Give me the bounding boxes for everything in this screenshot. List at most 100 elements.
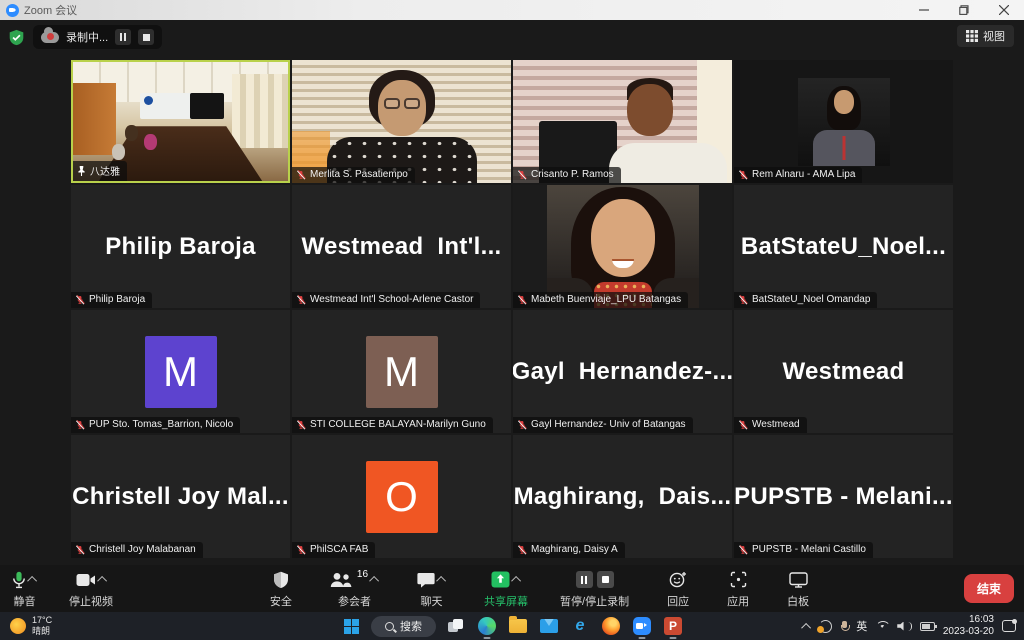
taskbar-app-file-explorer[interactable] (507, 615, 529, 637)
participant-tile-room[interactable]: 八达雅 (71, 60, 290, 183)
mail-icon (540, 619, 558, 633)
window-titlebar: Zoom 会议 (0, 0, 1024, 20)
reactions-label: 回应 (667, 593, 689, 609)
participant-tile[interactable]: O PhilSCA FAB (292, 435, 511, 558)
participant-tile[interactable]: PUPSTB - Melani... PUPSTB - Melani Casti… (734, 435, 953, 558)
share-screen-button[interactable]: 共享屏幕 (482, 569, 530, 609)
participant-name: Philip Baroja (89, 294, 145, 305)
pause-recording-icon[interactable] (576, 571, 593, 588)
stop-recording-icon[interactable] (597, 571, 614, 588)
participants-button[interactable]: 16 参会者 (328, 569, 381, 609)
chat-chevron-icon[interactable] (436, 576, 446, 586)
avatar: O (366, 461, 438, 533)
participant-tile[interactable]: Gayl Hernandez-... Gayl Hernandez- Univ … (513, 310, 732, 433)
zoom-meeting-window: 录制中... 视图 (0, 20, 1024, 612)
mute-button[interactable]: 静音 (10, 569, 39, 609)
weather-text: 17°C 晴朗 (32, 615, 52, 638)
participants-chevron-icon[interactable] (369, 576, 379, 586)
meeting-toolbar: 静音 停止视频 (0, 565, 1024, 612)
wifi-icon[interactable] (875, 621, 889, 632)
muted-mic-icon (296, 545, 306, 555)
participant-name-tag: Christell Joy Malabanan (71, 542, 203, 558)
mute-options-chevron-icon[interactable] (27, 576, 37, 586)
participant-name: 八达雅 (90, 163, 120, 178)
taskbar-app-ie[interactable]: e (569, 615, 591, 637)
participants-label: 参会者 (338, 593, 371, 609)
chat-button[interactable]: 聊天 (415, 569, 448, 609)
muted-mic-icon (738, 170, 748, 180)
participants-icon (330, 572, 352, 588)
muted-mic-icon (738, 420, 748, 430)
input-method-indicator[interactable]: 英 (856, 618, 867, 634)
taskbar-app-mail[interactable] (538, 615, 560, 637)
participant-name: Westmead (752, 419, 800, 430)
participant-tile[interactable]: Christell Joy Mal... Christell Joy Malab… (71, 435, 290, 558)
scene-body (609, 143, 727, 183)
participant-display-name: PUPSTB - Melani... (734, 435, 953, 558)
video-feed-person (513, 60, 732, 183)
share-chevron-icon[interactable] (511, 576, 521, 586)
muted-mic-icon (75, 420, 85, 430)
apps-button[interactable]: 应用 (725, 569, 751, 609)
participant-name-tag: Crisanto P. Ramos (513, 167, 621, 183)
taskbar-app-zoom[interactable] (631, 615, 653, 637)
task-view-icon (448, 619, 464, 633)
participant-tile[interactable]: Westmead Int'l... Westmead Int'l School-… (292, 185, 511, 308)
participant-name: Westmead Int'l School-Arlene Castor (310, 294, 473, 305)
participant-tile[interactable]: M STI COLLEGE BALAYAN-Marilyn Guno (292, 310, 511, 433)
view-button[interactable]: 视图 (957, 25, 1014, 47)
pause-stop-recording-control[interactable]: 暂停/停止录制 (558, 569, 631, 609)
participant-tile[interactable]: Westmead Westmead (734, 310, 953, 433)
participant-tile[interactable]: Maghirang, Dais... Maghirang, Daisy A (513, 435, 732, 558)
taskbar-app-edge[interactable] (476, 615, 498, 637)
participant-tile[interactable]: Crisanto P. Ramos (513, 60, 732, 183)
apps-icon (730, 571, 747, 588)
participant-tile[interactable]: M PUP Sto. Tomas_Barrion, Nicolo (71, 310, 290, 433)
video-options-chevron-icon[interactable] (97, 576, 107, 586)
participant-name-tag: Philip Baroja (71, 292, 152, 308)
participant-tile[interactable]: BatStateU_Noel... BatStateU_Noel Omandap (734, 185, 953, 308)
participant-tile[interactable]: Merlita S. Pasatiempo (292, 60, 511, 183)
avatar: M (366, 336, 438, 408)
stop-video-label: 停止视频 (69, 593, 113, 609)
stop-video-button[interactable]: 停止视频 (67, 569, 115, 609)
taskbar-app-firefox[interactable] (600, 615, 622, 637)
start-button[interactable] (340, 615, 362, 637)
minimize-icon (919, 5, 929, 15)
participant-tile[interactable]: Rem Alnaru - AMA Lipa (734, 60, 953, 183)
scene-curtains (232, 74, 288, 148)
security-button[interactable]: 安全 (268, 569, 294, 609)
end-meeting-button[interactable]: 结束 (964, 574, 1014, 603)
avatar-letter: M (384, 348, 419, 396)
pause-recording-button[interactable] (115, 29, 131, 45)
cloud-recording-icon (41, 32, 59, 43)
close-button[interactable] (984, 0, 1024, 20)
whiteboard-button[interactable]: 白板 (785, 569, 811, 609)
scene-tv (190, 93, 224, 119)
participant-display-name: BatStateU_Noel... (734, 185, 953, 308)
notification-center-icon[interactable] (1002, 620, 1016, 632)
reactions-button[interactable]: 回应 (665, 569, 691, 609)
participant-display-name: Westmead (734, 310, 953, 433)
muted-mic-icon (738, 545, 748, 555)
volume-icon[interactable] (897, 622, 912, 631)
battery-icon[interactable] (920, 622, 935, 631)
chat-label: 聊天 (421, 593, 443, 609)
sync-status-icon[interactable] (819, 620, 832, 633)
hidden-icons-chevron-icon[interactable] (801, 622, 811, 632)
task-view-button[interactable] (445, 615, 467, 637)
taskbar-clock[interactable]: 16:03 2023-03-20 (943, 614, 994, 639)
participant-display-name: Westmead Int'l... (292, 185, 511, 308)
participant-tile[interactable]: Philip Baroja Philip Baroja (71, 185, 290, 308)
minimize-button[interactable] (904, 0, 944, 20)
participant-name: BatStateU_Noel Omandap (752, 294, 870, 305)
restore-button[interactable] (944, 0, 984, 20)
whiteboard-icon (789, 572, 808, 588)
participant-tile[interactable]: Mabeth Buenviaje_LPU Batangas (513, 185, 732, 308)
taskbar-app-powerpoint[interactable]: P (662, 615, 684, 637)
taskbar-search[interactable]: 搜索 (371, 616, 436, 637)
taskbar-weather-widget[interactable]: 17°C 晴朗 (10, 615, 52, 638)
stop-recording-button[interactable] (138, 29, 154, 45)
tray-microphone-icon[interactable] (840, 621, 848, 632)
muted-mic-icon (296, 295, 306, 305)
